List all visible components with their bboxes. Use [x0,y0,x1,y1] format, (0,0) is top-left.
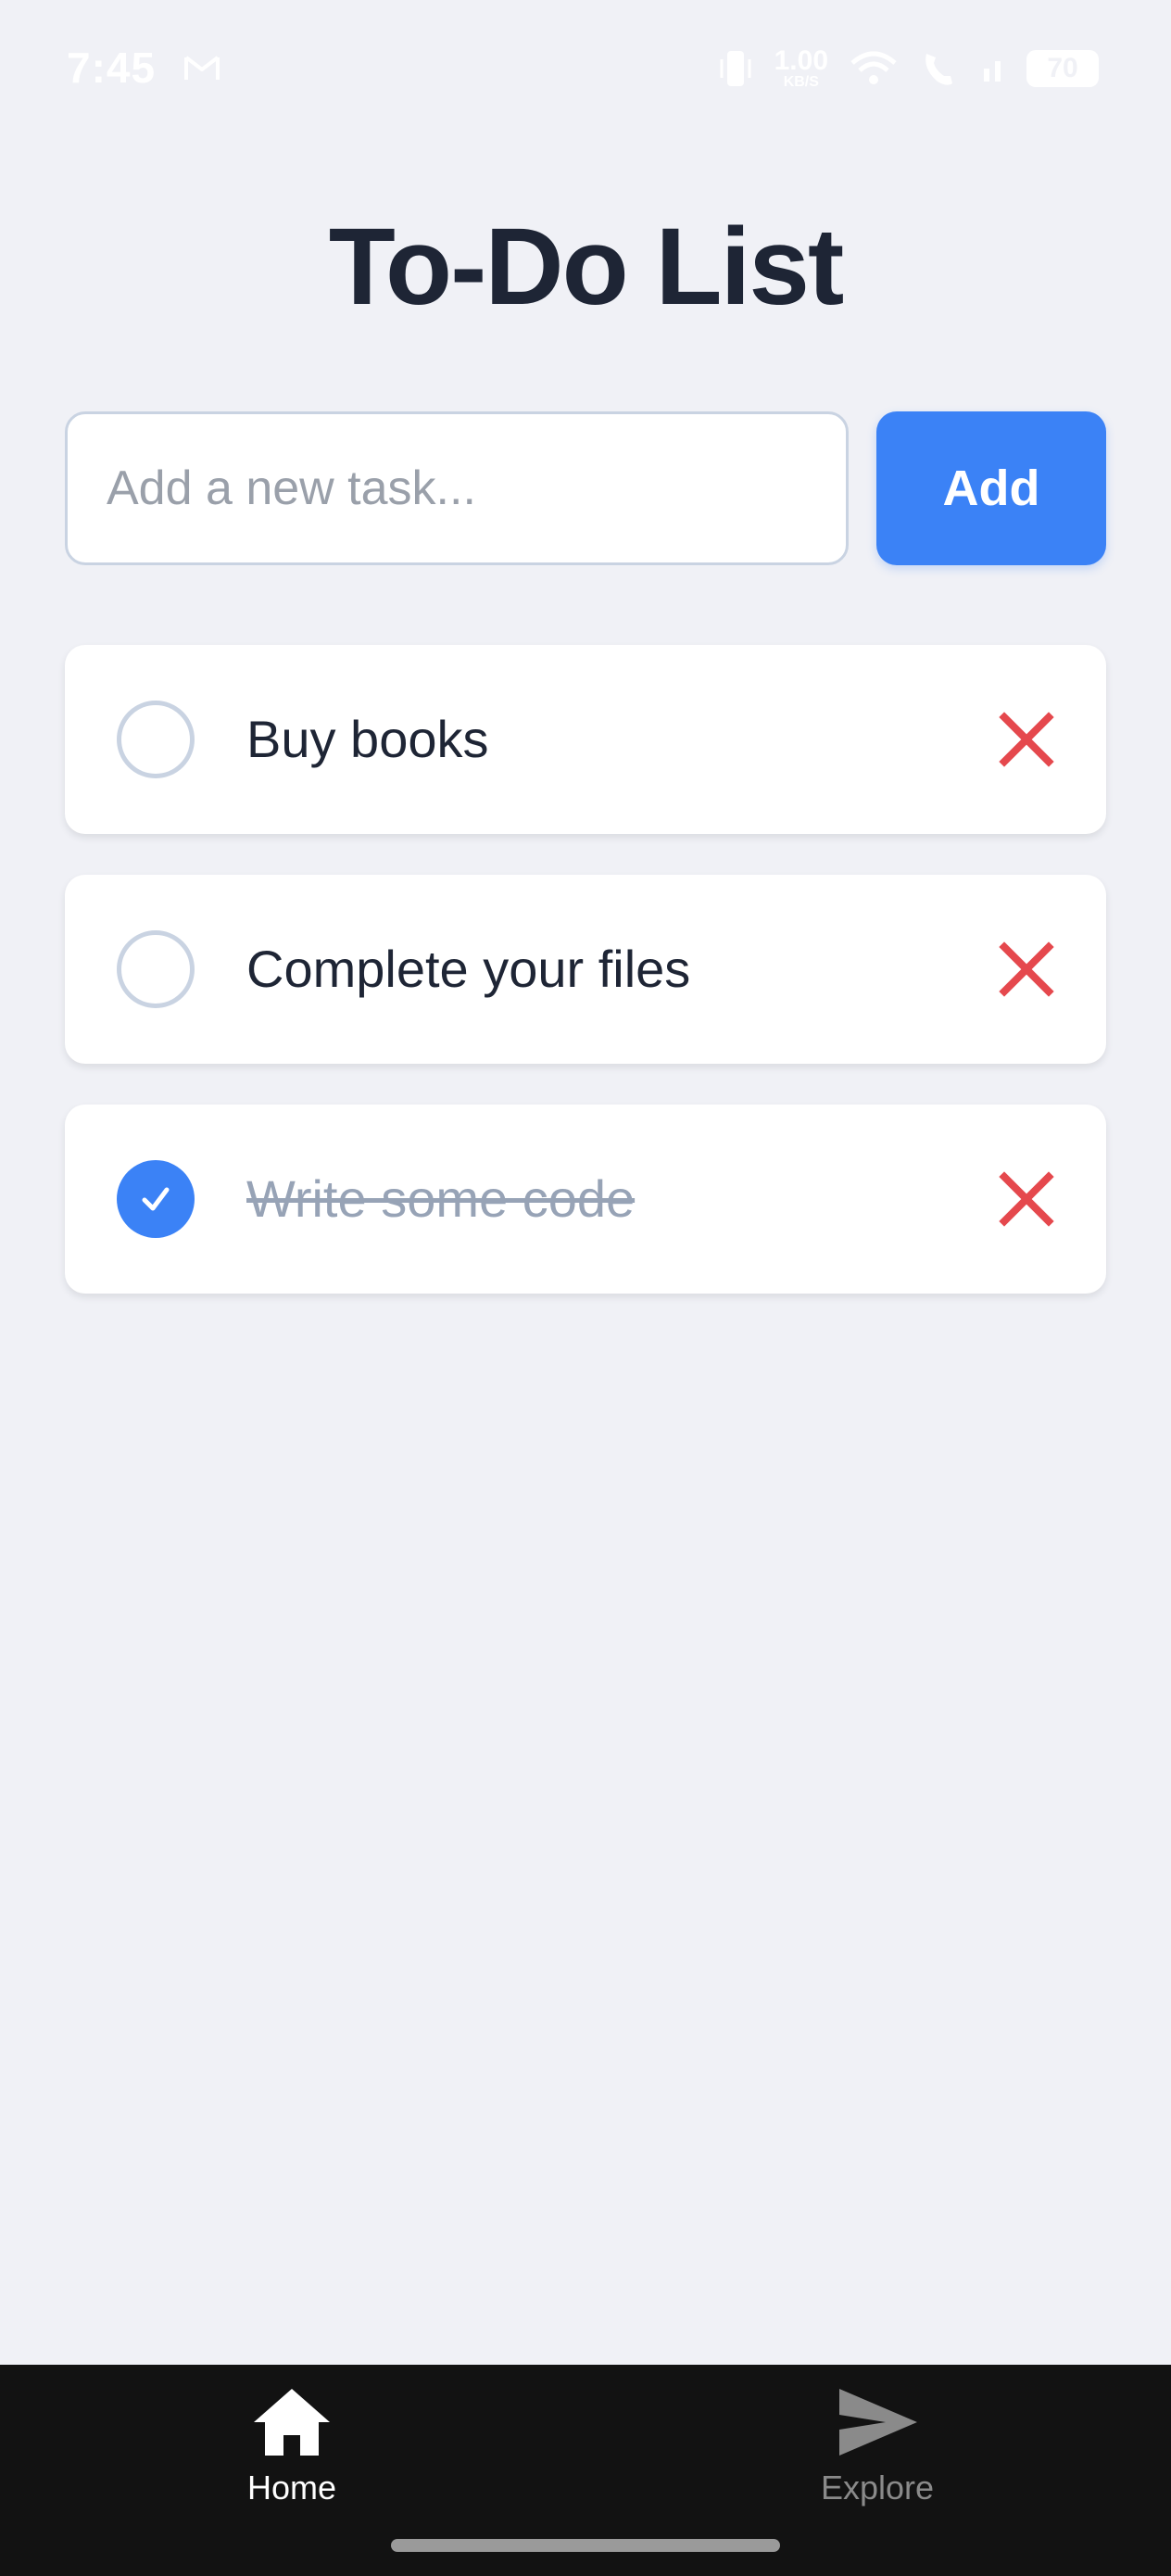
task-checkbox[interactable] [117,930,195,1008]
battery-icon: 70 [1026,50,1099,87]
nav-label-explore: Explore [820,2469,935,2507]
home-indicator[interactable] [391,2539,780,2552]
status-icons: 1.00 KB/S 70 [717,41,1099,96]
add-task-button[interactable]: Add [876,411,1106,565]
delete-task-button[interactable] [995,708,1058,771]
wifi-icon [850,51,897,84]
close-icon [999,712,1054,767]
send-icon [839,2389,917,2456]
network-speed-value: 1.00 [774,45,828,76]
network-speed: 1.00 KB/S [774,47,828,90]
checkmark-icon [142,1187,170,1211]
status-bar: 7:45 1.00 KB/S 70 [0,0,1171,139]
gmail-icon [184,56,220,80]
close-icon [999,941,1054,997]
delete-task-button[interactable] [995,1168,1058,1231]
close-icon [999,1171,1054,1227]
wifi-call-icon [925,54,952,85]
delete-task-button[interactable] [995,938,1058,1001]
task-item: Complete your files [65,875,1106,1064]
task-list: Buy books Complete your files Write some… [65,645,1106,1334]
page-title: To-Do List [328,206,845,328]
task-item: Write some code [65,1105,1106,1294]
network-speed-unit: KB/S [783,74,819,90]
signal-icon [984,61,1001,82]
home-icon [254,2389,330,2456]
nav-label-home: Home [246,2469,337,2507]
status-time: 7:45 [67,44,157,92]
task-checkbox[interactable] [117,701,195,778]
task-item: Buy books [65,645,1106,834]
task-label: Buy books [246,710,489,768]
nav-tab-home[interactable]: Home [153,2383,431,2522]
task-label: Write some code [246,1169,636,1228]
nav-tab-explore[interactable]: Explore [738,2383,1016,2522]
vibrate-icon [720,51,751,86]
task-checkbox[interactable] [117,1160,195,1238]
task-label: Complete your files [246,940,691,998]
new-task-input[interactable] [65,411,849,565]
todo-screen: 7:45 1.00 KB/S 70 To-Do List Add a new t… [0,0,1171,2576]
